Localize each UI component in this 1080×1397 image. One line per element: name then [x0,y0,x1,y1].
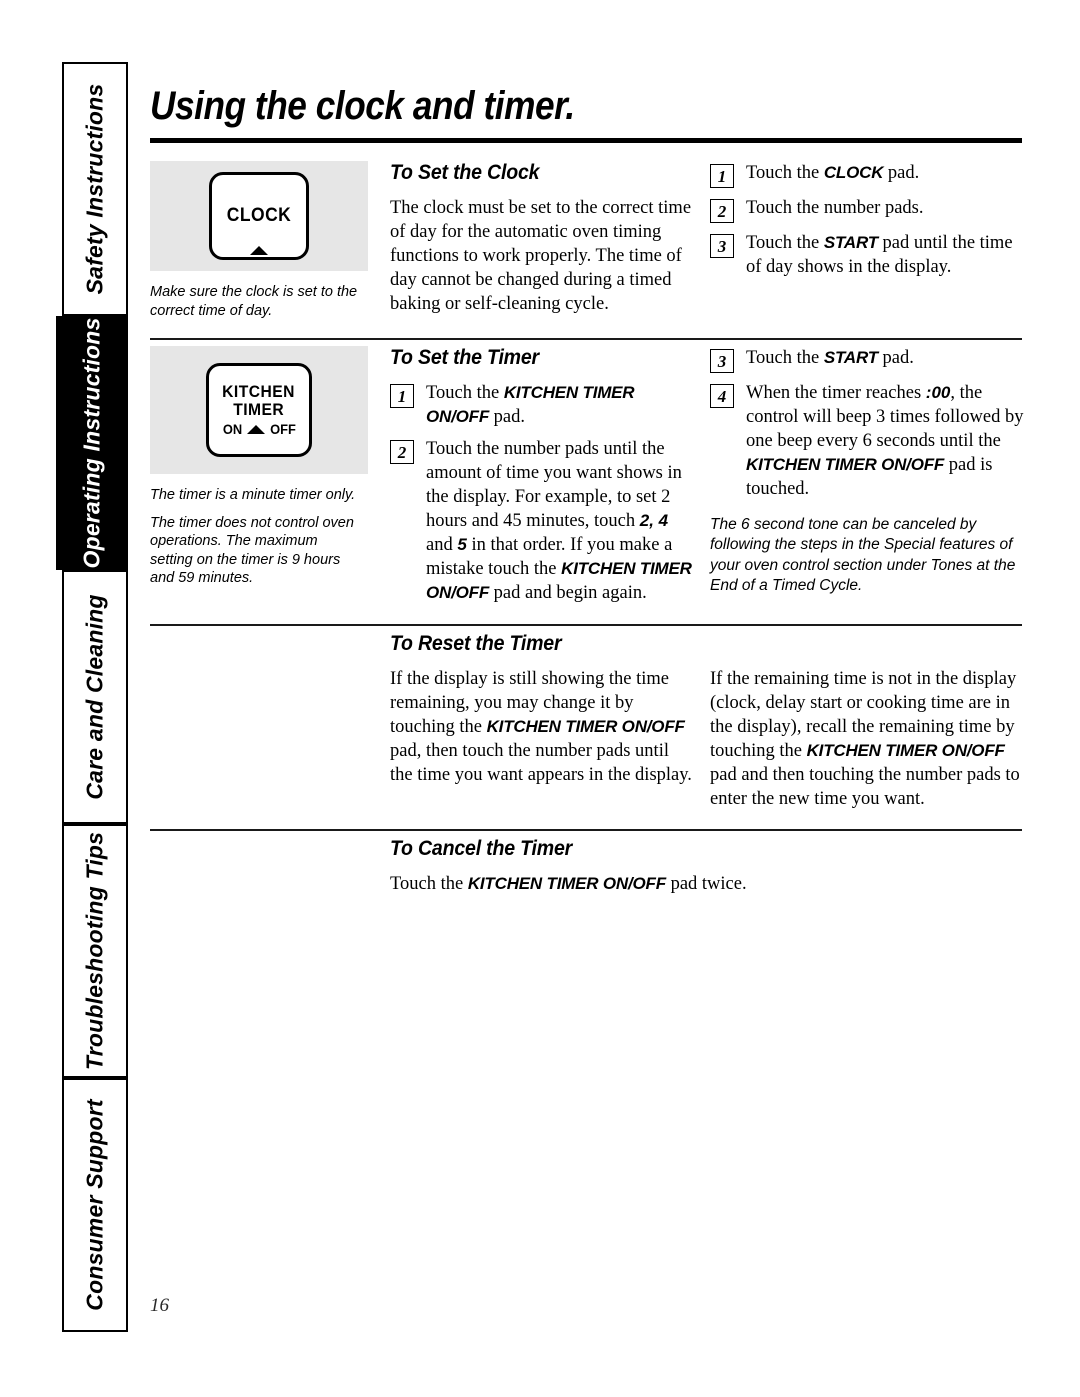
timer-steps-left: 1 Touch the KITCHEN TIMER ON/OFF pad. 2 Tou… [390,381,694,605]
clock-pad-illustration: CLOCK Make sure the clock is set to the … [150,161,390,320]
reset-timer-left-column: If the display is still showing the time… [390,667,710,787]
heading-to-set-the-timer: To Set the Timer [390,346,539,370]
sidebar-tab-troubleshooting-tips[interactable]: Troubleshooting Tips [62,824,128,1078]
step-number-box: 3 [710,349,734,374]
section-divider [150,623,1022,626]
step-text: Touch the START pad. [746,348,914,369]
sidebar-tab-operating-instructions[interactable]: Operating Instructions [56,316,128,570]
sidebar-tab-rail: Safety Instructions Operating Instruction… [56,62,128,1332]
page-title: Using the clock and timer. [150,84,575,128]
section-to-set-the-clock: CLOCK Make sure the clock is set to the … [150,143,1030,320]
pad-name-emphasis: KITCHEN TIMER ON/OFF [467,873,666,893]
numbered-step: 1 Touch the KITCHEN TIMER ON/OFF pad. [390,381,694,429]
timer-steps-right: 3 Touch the START pad. 4 When the timer rea… [710,346,1030,501]
timer-pad-label-line2: TIMER [233,399,285,419]
timer-pad-off-label: OFF [269,421,296,438]
reset-timer-content: To Reset the Timer If the display is sti… [390,632,1030,811]
page-content: Using the clock and timer. CLOCK Make su… [150,62,1030,896]
reset-timer-right-text: If the remaining time is not in the disp… [710,668,1020,809]
pad-name-emphasis: KITCHEN TIMER ON/OFF [426,383,635,427]
step-text: Touch the number pads until the amount o… [426,439,692,604]
step-number-box: 1 [390,384,414,409]
sidebar-tab-label: Consumer Support [81,1099,108,1311]
step-number-box: 4 [710,384,734,409]
numbered-step: 1 Touch the CLOCK pad. [710,161,1030,188]
up-triangle-icon [250,246,268,255]
cancel-timer-text: Touch the KITCHEN TIMER ON/OFF pad twice… [390,873,747,894]
section-divider [150,828,1022,831]
clock-description: The clock must be set to the correct tim… [390,196,694,316]
numbered-step: 3 Touch the START pad. [710,346,1030,374]
timer-pad-notes: The timer is a minute timer only. The ti… [150,486,362,588]
step-text: Touch the number pads. [746,198,924,218]
reset-timer-right-column: If the remaining time is not in the disp… [710,667,1030,811]
timer-pad-onoff-row: ON OFF [222,421,297,437]
heading-to-set-the-clock: To Set the Clock [390,161,540,184]
clock-description-text: The clock must be set to the correct tim… [390,198,692,315]
section-to-cancel-the-timer: To Cancel the Timer Touch the KITCHEN TI… [150,811,1030,896]
step-text: Touch the CLOCK pad. [746,163,920,183]
sidebar-tab-care-and-cleaning[interactable]: Care and Cleaning [62,570,128,824]
timer-pad-note-2: The timer does not control oven operatio… [150,514,354,587]
heading-to-reset-the-timer: To Reset the Timer [390,631,562,655]
numbered-step: 2 Touch the number pads until the amount … [390,437,694,605]
step-number-box: 2 [390,440,414,465]
sidebar-tab-safety-instructions[interactable]: Safety Instructions [62,62,128,316]
sidebar-tab-label: Care and Cleaning [81,594,108,800]
pad-name-emphasis: KITCHEN TIMER ON/OFF [806,740,1005,760]
clock-pad-note: Make sure the clock is set to the correc… [150,284,358,319]
pad-name-emphasis: KITCHEN TIMER ON/OFF [746,455,945,475]
pad-name-emphasis: KITCHEN TIMER ON/OFF [486,716,685,736]
section-divider [150,338,1022,341]
heading-to-cancel-the-timer: To Cancel the Timer [390,836,573,860]
clock-pad-panel: CLOCK [150,161,368,271]
timer-pad-note-1: The timer is a minute timer only. [150,487,356,504]
timer-pad-on-label: ON [222,421,242,438]
timer-pad-label-line1: KITCHEN [222,381,296,401]
timer-pad-panel: KITCHEN TIMER ON OFF [150,346,368,475]
timer-steps-left-column: To Set the Timer 1 Touch the KITCHEN TIME… [390,346,710,605]
clock-steps-column: 1 Touch the CLOCK pad. 2 Touch the number p… [710,161,1030,279]
sidebar-tab-label: Operating Instructions [78,317,105,569]
numbered-step: 4 When the timer reaches :00, the control… [710,381,1030,501]
number-emphasis: 5 [457,535,467,555]
pad-name-emphasis: CLOCK [823,163,884,182]
sidebar-tab-label: Troubleshooting Tips [81,831,108,1071]
up-triangle-icon [246,424,265,434]
timer-steps-right-column: 3 Touch the START pad. 4 When the timer rea… [710,346,1030,596]
number-emphasis: :00 [925,383,951,403]
pad-name-emphasis: START [823,348,878,368]
sidebar-tab-label: Safety Instructions [81,83,108,295]
pad-name-emphasis: START [823,233,878,252]
numbered-step: 2 Touch the number pads. [710,196,1030,223]
numbered-step: 3 Touch the START pad until the time of d… [710,231,1030,279]
page-number: 16 [150,1295,169,1316]
clock-pad-label: CLOCK [226,205,292,227]
clock-pad-notes: Make sure the clock is set to the correc… [150,283,362,320]
pad-name-emphasis: KITCHEN TIMER ON/OFF [426,559,692,603]
step-number-box: 2 [710,199,734,223]
number-emphasis: 2, 4 [639,511,669,531]
clock-description-column: To Set the Clock The clock must be set t… [390,161,710,316]
cancel-timer-content: To Cancel the Timer Touch the KITCHEN TI… [390,837,1030,896]
kitchen-timer-on-off-pad[interactable]: KITCHEN TIMER ON OFF [206,363,312,458]
step-number-box: 1 [710,164,734,188]
timer-tone-note: The 6 second tone can be canceled by fol… [710,516,1016,594]
section-to-set-the-timer: KITCHEN TIMER ON OFF The timer is a minu… [150,320,1030,605]
timer-pad-illustration: KITCHEN TIMER ON OFF The timer is a minu… [150,346,390,588]
step-text: Touch the KITCHEN TIMER ON/OFF pad. [426,383,635,428]
clock-steps: 1 Touch the CLOCK pad. 2 Touch the number p… [710,161,1030,279]
sidebar-tab-consumer-support[interactable]: Consumer Support [62,1078,128,1332]
reset-timer-left-text: If the display is still showing the time… [390,668,692,785]
clock-pad[interactable]: CLOCK [209,172,309,260]
step-text: When the timer reaches :00, the control … [746,383,1024,500]
section-to-reset-the-timer: To Reset the Timer If the display is sti… [150,606,1030,811]
step-text: Touch the START pad until the time of da… [746,233,1013,278]
step-number-box: 3 [710,234,734,258]
